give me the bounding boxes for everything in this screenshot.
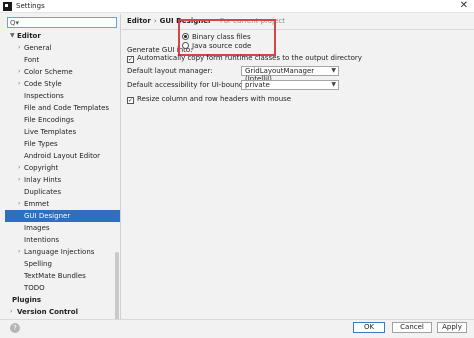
tree-item-language-injections[interactable]: › Language Injections bbox=[5, 246, 120, 258]
tree-item-copyright[interactable]: › Copyright bbox=[5, 162, 120, 174]
tree-item-color-scheme[interactable]: › Color Scheme bbox=[5, 66, 120, 78]
tree-item-todo[interactable]: TODO bbox=[5, 282, 120, 294]
settings-tree: ▼ Editor › General Font › Color Scheme › Co… bbox=[5, 30, 120, 318]
layout-manager-select[interactable]: GridLayoutManager (IntelliJ) ▼ bbox=[241, 66, 339, 83]
annotation-highlight-box bbox=[178, 19, 276, 56]
tree-item-font[interactable]: Font bbox=[5, 54, 120, 66]
chevron-right-icon[interactable]: › bbox=[18, 174, 20, 186]
cancel-button[interactable]: Cancel bbox=[392, 322, 432, 333]
tree-item-general[interactable]: › General bbox=[5, 42, 120, 54]
search-icon: Q▾ bbox=[10, 19, 20, 27]
tree-item-android-layout-editor[interactable]: Android Layout Editor bbox=[5, 150, 120, 162]
tree-item-gui-designer[interactable]: GUI Designer bbox=[5, 210, 120, 222]
close-icon[interactable]: ✕ bbox=[460, 0, 468, 11]
tree-item-file-types[interactable]: File Types bbox=[5, 138, 120, 150]
tree-item-version-control[interactable]: › Version Control bbox=[5, 306, 120, 318]
ok-button[interactable]: OK bbox=[353, 322, 385, 333]
apply-button[interactable]: Apply bbox=[437, 322, 467, 333]
sidebar-scrollbar[interactable] bbox=[115, 252, 119, 322]
chevron-down-icon: ▼ bbox=[331, 67, 336, 74]
checkbox-checked-icon[interactable]: ✓ bbox=[127, 97, 134, 104]
chevron-down-icon[interactable]: ▼ bbox=[10, 30, 15, 42]
tree-item-emmet[interactable]: › Emmet bbox=[5, 198, 120, 210]
chevron-right-icon[interactable]: › bbox=[10, 306, 12, 318]
breadcrumb-editor: Editor bbox=[127, 17, 151, 25]
chevron-right-icon[interactable]: › bbox=[18, 198, 20, 210]
tree-item-editor[interactable]: ▼ Editor bbox=[5, 30, 120, 42]
title-bar: Settings ✕ bbox=[0, 0, 474, 13]
tree-item-plugins[interactable]: Plugins bbox=[5, 294, 120, 306]
header-divider bbox=[122, 29, 474, 30]
tree-item-textmate-bundles[interactable]: TextMate Bundles bbox=[5, 270, 120, 282]
chevron-down-icon: ▼ bbox=[331, 81, 336, 88]
help-icon[interactable]: ? bbox=[10, 323, 20, 333]
tree-item-duplicates[interactable]: Duplicates bbox=[5, 186, 120, 198]
chevron-right-icon[interactable]: › bbox=[18, 78, 20, 90]
tree-item-images[interactable]: Images bbox=[5, 222, 120, 234]
chevron-right-icon[interactable]: › bbox=[18, 42, 20, 54]
tree-item-intentions[interactable]: Intentions bbox=[5, 234, 120, 246]
intellij-app-icon bbox=[3, 2, 12, 11]
tree-item-code-style[interactable]: › Code Style bbox=[5, 78, 120, 90]
chevron-right-icon[interactable]: › bbox=[18, 162, 20, 174]
settings-content: Editor › GUI Designer For current project … bbox=[122, 14, 474, 319]
tree-item-file-code-templates[interactable]: File and Code Templates bbox=[5, 102, 120, 114]
chevron-right-icon[interactable]: › bbox=[18, 66, 20, 78]
accessibility-select[interactable]: private ▼ bbox=[241, 80, 339, 90]
window-title: Settings bbox=[16, 2, 45, 10]
tree-item-file-encodings[interactable]: File Encodings bbox=[5, 114, 120, 126]
layout-manager-label: Default layout manager: bbox=[127, 67, 213, 75]
tree-item-spelling[interactable]: Spelling bbox=[5, 258, 120, 270]
auto-copy-checkbox[interactable]: ✓ Automatically copy form runtime classes… bbox=[127, 53, 362, 63]
tree-item-live-templates[interactable]: Live Templates bbox=[5, 126, 120, 138]
settings-search[interactable]: Q▾ bbox=[7, 17, 117, 28]
dialog-button-bar: ? OK Cancel Apply bbox=[0, 319, 474, 338]
checkbox-checked-icon[interactable]: ✓ bbox=[127, 56, 134, 63]
settings-sidebar: Q▾ ▼ Editor › General Font › Color Scheme … bbox=[5, 14, 121, 332]
tree-item-inlay-hints[interactable]: › Inlay Hints bbox=[5, 174, 120, 186]
search-input[interactable] bbox=[20, 18, 114, 27]
resize-headers-checkbox[interactable]: ✓ Resize column and row headers with mous… bbox=[127, 94, 291, 104]
tree-item-inspections[interactable]: Inspections bbox=[5, 90, 120, 102]
chevron-right-icon[interactable]: › bbox=[18, 246, 20, 258]
breadcrumb-separator: › bbox=[153, 17, 157, 25]
